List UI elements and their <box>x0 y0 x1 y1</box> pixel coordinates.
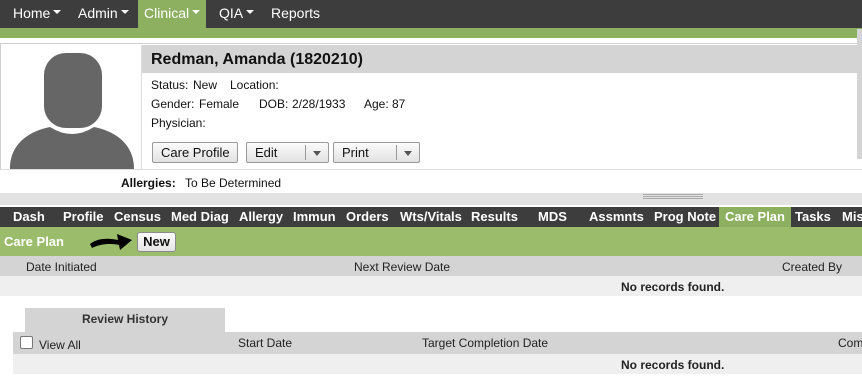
nav-accent-bar <box>0 28 862 38</box>
view-all-label[interactable]: View All <box>39 338 81 352</box>
nav-home[interactable]: Home <box>7 0 67 28</box>
chevron-down-icon <box>53 10 62 15</box>
allergies-label: Allergies: <box>121 176 176 190</box>
new-care-plan-button[interactable]: New <box>137 232 176 252</box>
resident-name: Redman, Amanda (1820210) <box>151 51 363 68</box>
tab-prog-note[interactable]: Prog Note <box>654 207 716 227</box>
care-plan-title: Care Plan <box>4 234 64 249</box>
care-plan-empty-message: No records found. <box>621 280 725 294</box>
nav-clinical-label: Clinical <box>144 5 190 21</box>
col-target-completion-date[interactable]: Target Completion Date <box>422 336 548 350</box>
chevron-down-icon <box>246 10 255 15</box>
chevron-down-icon <box>120 10 129 15</box>
col-date-initiated[interactable]: Date Initiated <box>26 260 97 274</box>
review-history-empty-message: No records found. <box>621 358 725 372</box>
care-plan-table-header: Date Initiated Next Review Date Created … <box>0 256 862 276</box>
allergies-bar: Allergies: To Be Determined <box>0 169 862 193</box>
col-completed[interactable]: Com <box>838 336 862 350</box>
clinical-tab-bar: Dash Profile Census Med Diag Allergy Imm… <box>0 207 862 227</box>
tab-wts-vitals[interactable]: Wts/Vitals <box>400 207 462 227</box>
chevron-down-icon[interactable] <box>313 151 321 156</box>
person-silhouette-icon <box>10 53 134 169</box>
review-history-table-header: View All Start Date Target Completion Da… <box>13 332 862 354</box>
tab-care-plan[interactable]: Care Plan <box>719 207 791 227</box>
tab-dash[interactable]: Dash <box>13 207 45 227</box>
col-created-by[interactable]: Created By <box>782 260 842 274</box>
review-history-empty-row: No records found. <box>13 354 862 374</box>
tab-allergy[interactable]: Allergy <box>239 207 283 227</box>
nav-clinical[interactable]: Clinical <box>138 0 207 28</box>
chevron-down-icon <box>192 10 201 15</box>
top-nav: Home Admin Clinical QIA Reports <box>0 0 862 28</box>
splitter-bar <box>0 193 862 205</box>
tab-profile[interactable]: Profile <box>63 207 103 227</box>
nav-admin-label: Admin <box>78 5 118 21</box>
nav-reports[interactable]: Reports <box>265 0 326 28</box>
nav-admin[interactable]: Admin <box>72 0 135 28</box>
tab-med-diag[interactable]: Med Diag <box>171 207 229 227</box>
physician-label: Physician: <box>151 116 206 130</box>
resident-name-bar: Redman, Amanda (1820210) <box>142 45 862 73</box>
status-value: New <box>193 78 218 92</box>
tab-assmnts[interactable]: Assmnts <box>589 207 644 227</box>
nav-qia[interactable]: QIA <box>213 0 260 28</box>
view-all-checkbox[interactable] <box>20 336 33 349</box>
new-button-label: New <box>143 234 170 249</box>
tab-census[interactable]: Census <box>114 207 161 227</box>
print-button-label: Print <box>342 145 369 160</box>
tab-review-history[interactable]: Review History <box>25 308 225 332</box>
age-value: 87 <box>392 97 406 111</box>
tab-orders[interactable]: Orders <box>346 207 389 227</box>
resize-handle[interactable] <box>643 194 703 199</box>
status-label: Status: <box>151 78 189 92</box>
allergies-value: To Be Determined <box>185 176 282 190</box>
care-profile-button-label: Care Profile <box>161 145 230 160</box>
gender-label: Gender: <box>151 97 195 111</box>
care-profile-button[interactable]: Care Profile <box>152 142 238 163</box>
col-next-review-date[interactable]: Next Review Date <box>354 260 450 274</box>
tab-immun[interactable]: Immun <box>293 207 336 227</box>
nav-qia-label: QIA <box>219 5 244 21</box>
location-label: Location: <box>230 78 279 92</box>
tab-results[interactable]: Results <box>471 207 518 227</box>
chevron-down-icon[interactable] <box>404 151 412 156</box>
tab-misc[interactable]: Mis <box>842 207 862 227</box>
dob-label: DOB: <box>259 97 289 111</box>
dob-value: 2/28/1933 <box>292 97 346 111</box>
print-button[interactable]: Print <box>333 142 420 163</box>
review-history-label: Review History <box>81 312 169 326</box>
edit-button[interactable]: Edit <box>246 142 329 163</box>
tab-tasks[interactable]: Tasks <box>795 207 831 227</box>
nav-home-label: Home <box>13 5 51 21</box>
care-plan-empty-row: No records found. <box>0 276 862 296</box>
age-label: Age: <box>364 97 389 111</box>
edit-button-label: Edit <box>255 145 278 160</box>
avatar <box>2 45 142 171</box>
profile-edge <box>857 29 862 159</box>
tab-mds[interactable]: MDS <box>538 207 567 227</box>
col-start-date[interactable]: Start Date <box>238 336 292 350</box>
nav-reports-label: Reports <box>271 5 321 21</box>
arrow-right-icon <box>90 234 132 250</box>
gender-value: Female <box>199 97 240 111</box>
